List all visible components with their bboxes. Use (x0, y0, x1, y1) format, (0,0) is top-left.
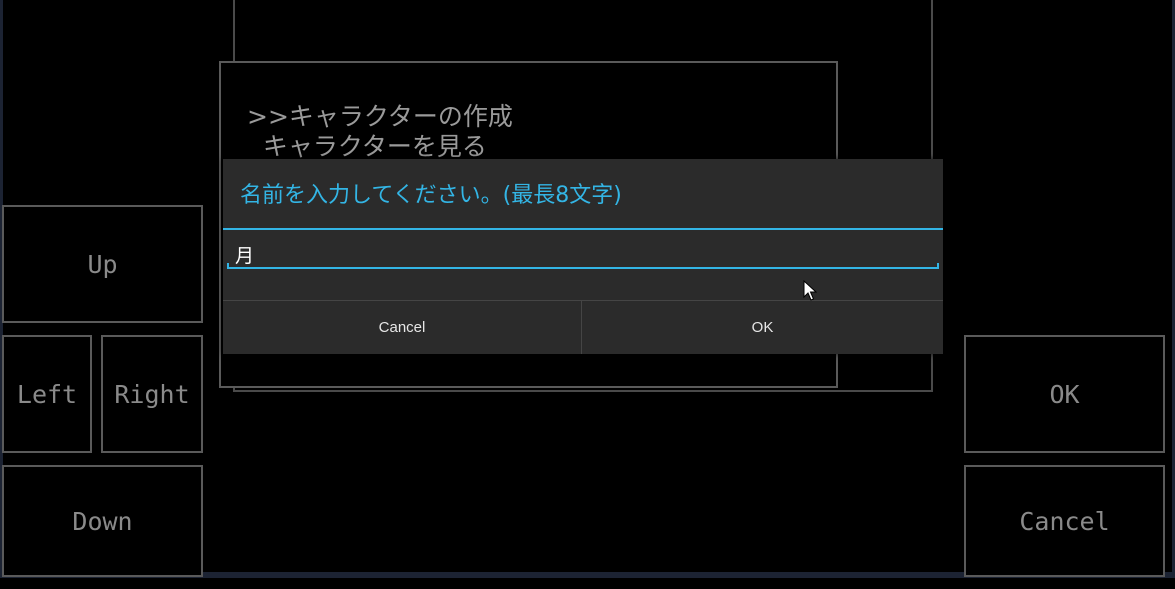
dialog-title-divider (223, 228, 943, 230)
dialog-title: 名前を入力してください。(最長8文字) (240, 183, 622, 208)
cancel-button[interactable]: Cancel (964, 465, 1165, 577)
down-button-label: Down (72, 506, 133, 536)
name-input-underline (227, 267, 939, 269)
up-button-label: Up (87, 249, 118, 279)
right-button[interactable]: Right (101, 335, 203, 453)
cancel-button-label: Cancel (1019, 506, 1110, 536)
up-button[interactable]: Up (2, 205, 203, 323)
down-button[interactable]: Down (2, 465, 203, 577)
mouse-pointer-icon (803, 280, 817, 301)
menu-item-view-character[interactable]: キャラクターを見る (247, 127, 487, 163)
name-input[interactable] (227, 237, 939, 271)
ok-button[interactable]: OK (964, 335, 1165, 453)
ok-button-label: OK (1049, 379, 1080, 409)
left-button[interactable]: Left (2, 335, 92, 453)
name-input-dialog: 名前を入力してください。(最長8文字) Cancel OK (223, 159, 943, 354)
right-button-label: Right (114, 379, 190, 409)
left-button-label: Left (16, 379, 78, 409)
game-screen: >>キャラクターの作成 キャラクターを見る Up Left Right Down… (0, 0, 1175, 589)
input-underline-right-tick (937, 263, 939, 268)
dialog-cancel-button[interactable]: Cancel (223, 301, 581, 354)
dialog-ok-button[interactable]: OK (582, 301, 943, 354)
